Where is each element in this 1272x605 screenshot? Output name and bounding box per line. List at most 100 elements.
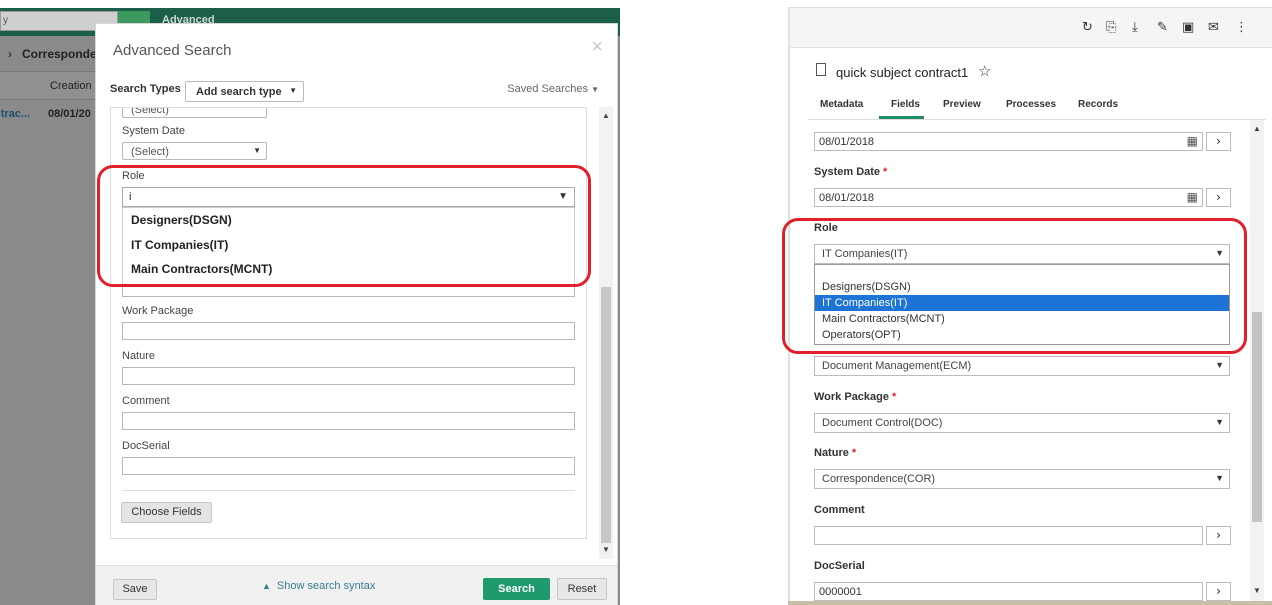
scroll-up-icon[interactable]: ▲ <box>1253 124 1261 133</box>
chevron-right-icon[interactable]: › <box>1206 188 1231 207</box>
comment-label: Comment <box>122 395 170 407</box>
star-icon[interactable]: ☆ <box>978 62 991 80</box>
nature-label-text: Nature <box>814 447 849 459</box>
nature-input[interactable] <box>122 367 575 385</box>
chevron-up-icon: ▲ <box>262 581 271 591</box>
dialog-scrollbar[interactable]: ▲ ▼ <box>599 107 613 559</box>
text-icon[interactable]: ▣ <box>1182 20 1194 35</box>
system-date-label-text: System Date <box>814 166 881 178</box>
system-date-value: (Select) <box>131 146 169 158</box>
close-icon[interactable]: × <box>591 36 603 59</box>
docserial-label: DocSerial <box>122 440 170 452</box>
dropdown-caret-icon: ▼ <box>289 86 297 95</box>
download-icon[interactable]: ⤓ <box>1132 20 1138 35</box>
breadcrumb: › Correspondence <box>0 36 117 72</box>
docserial-value: 0000001 <box>819 586 862 598</box>
show-search-syntax-link[interactable]: ▲ Show search syntax <box>262 580 375 592</box>
nature-select[interactable]: Correspondence(COR) ▼ <box>814 469 1230 489</box>
highlight-box <box>782 218 1247 354</box>
search-button[interactable]: Search <box>483 578 550 600</box>
add-search-type-label: Add search type <box>196 86 282 98</box>
chevron-right-icon[interactable]: › <box>1206 582 1231 601</box>
document-icon <box>816 63 826 76</box>
docserial-input[interactable]: 0000001 <box>814 582 1203 601</box>
bottom-strip <box>788 601 1272 605</box>
choose-fields-button[interactable]: Choose Fields <box>121 502 212 523</box>
date-value: 08/01/2018 <box>819 136 875 148</box>
comment-label: Comment <box>814 504 865 516</box>
refresh-icon[interactable]: ↻ <box>1082 20 1093 35</box>
system-date-label: System Date * <box>814 166 887 178</box>
more-icon[interactable]: ⋮ <box>1235 20 1248 35</box>
search-types-label: Search Types <box>110 83 181 95</box>
left-screenshot: y Advanced › Correspondence Creation ntr… <box>0 0 620 605</box>
required-mark: * <box>892 391 897 403</box>
column-header-creation[interactable]: Creation <box>50 80 92 92</box>
department-value: Document Management(ECM) <box>822 360 972 372</box>
chevron-right-icon[interactable]: › <box>1206 132 1231 151</box>
calendar-icon[interactable]: ▦ <box>1187 134 1198 148</box>
email-icon[interactable]: ✉ <box>1208 20 1219 35</box>
comment-input[interactable] <box>814 526 1203 545</box>
dialog-footer: Save ▲ Show search syntax Search Reset <box>96 565 617 605</box>
right-screenshot: ↻ ⎘ ⤓ ✎ ▣ ✉ ⋮ quick subject contract1 ☆ … <box>782 0 1272 605</box>
breadcrumb-chevron: › <box>8 47 12 61</box>
divider <box>122 490 575 491</box>
prev-field-select[interactable]: (Select) <box>122 107 267 118</box>
highlight-box <box>97 165 591 287</box>
row-date-cell: 08/01/20 <box>48 108 91 120</box>
top-white-strip <box>0 0 620 8</box>
top-strip <box>788 0 1272 8</box>
scrollbar-thumb[interactable] <box>601 287 611 543</box>
work-package-label: Work Package <box>122 305 194 317</box>
scrollbar-thumb[interactable] <box>1252 312 1262 522</box>
scroll-down-icon[interactable]: ▼ <box>602 545 610 554</box>
system-date-field[interactable]: 08/01/2018 ▦ <box>814 188 1203 207</box>
work-package-select[interactable]: Document Control(DOC) ▼ <box>814 413 1230 433</box>
scroll-down-icon[interactable]: ▼ <box>1253 586 1261 595</box>
work-package-input[interactable] <box>122 322 575 340</box>
add-file-icon[interactable]: ⎘ <box>1106 20 1116 35</box>
table-header-row: Creation <box>0 72 95 100</box>
system-date-select[interactable]: (Select) ▼ <box>122 142 267 160</box>
sign-icon[interactable]: ✎ <box>1157 20 1168 35</box>
required-mark: * <box>851 447 857 459</box>
scroll-up-icon[interactable]: ▲ <box>602 111 610 120</box>
dropdown-caret-icon: ▼ <box>1215 417 1224 427</box>
save-button[interactable]: Save <box>113 579 157 600</box>
tab-records[interactable]: Records <box>1078 99 1118 110</box>
docserial-label: DocSerial <box>814 560 865 572</box>
saved-searches-menu[interactable]: Saved Searches ▼ <box>507 83 599 95</box>
row-ref-cell[interactable]: ntrac... <box>0 108 30 120</box>
fields-scrollbar[interactable]: ▲ ▼ <box>1250 120 1264 605</box>
calendar-icon[interactable]: ▦ <box>1187 190 1198 204</box>
tabs-divider <box>808 119 1266 120</box>
global-search-text: y <box>3 15 8 26</box>
docserial-input[interactable] <box>122 457 575 475</box>
tab-metadata[interactable]: Metadata <box>820 99 863 110</box>
work-package-label-text: Work Package <box>814 391 890 403</box>
document-title: quick subject contract1 <box>836 65 969 80</box>
reset-button[interactable]: Reset <box>557 578 607 600</box>
saved-searches-label: Saved Searches <box>507 83 589 95</box>
dropdown-caret-icon: ▼ <box>591 85 599 94</box>
work-package-label: Work Package * <box>814 391 896 403</box>
system-date-value: 08/01/2018 <box>819 192 875 204</box>
tab-preview[interactable]: Preview <box>943 99 981 110</box>
nature-label: Nature * <box>814 447 856 459</box>
show-search-syntax-label: Show search syntax <box>276 580 376 592</box>
prev-field-value: (Select) <box>131 107 169 116</box>
comment-input[interactable] <box>122 412 575 430</box>
date-field[interactable]: 08/01/2018 ▦ <box>814 132 1203 151</box>
tab-fields[interactable]: Fields <box>891 99 920 110</box>
required-mark: * <box>883 166 888 178</box>
tab-processes[interactable]: Processes <box>1006 99 1056 110</box>
system-date-label: System Date <box>122 125 185 137</box>
add-search-type-select[interactable]: Add search type ▼ <box>185 81 304 102</box>
dialog-title: Advanced Search <box>113 42 232 59</box>
nature-label: Nature <box>122 350 156 362</box>
chevron-right-icon[interactable]: › <box>1206 526 1231 545</box>
dropdown-caret-icon: ▼ <box>1215 473 1224 483</box>
work-package-value: Document Control(DOC) <box>822 417 943 429</box>
department-select[interactable]: Document Management(ECM) ▼ <box>814 356 1230 376</box>
